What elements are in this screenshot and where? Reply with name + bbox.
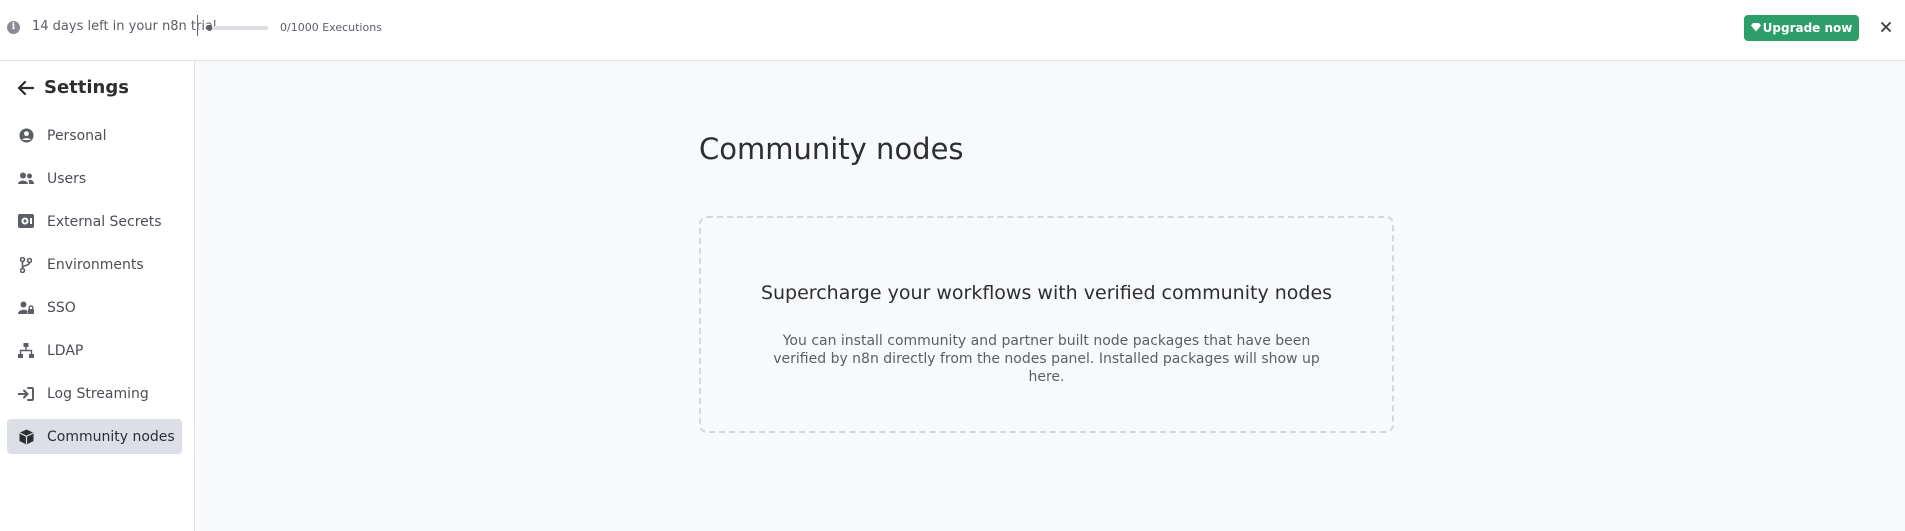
sidebar-item-environments[interactable]: Environments — [7, 247, 182, 282]
executions-progress-bar — [207, 25, 268, 31]
sidebar-item-community-nodes[interactable]: Community nodes — [7, 419, 182, 454]
upgrade-now-label: Upgrade now — [1762, 21, 1853, 35]
sidebar-item-personal[interactable]: Personal — [7, 118, 182, 153]
sidebar-item-ldap[interactable]: LDAP — [7, 333, 182, 368]
sidebar-item-label: Community nodes — [47, 428, 175, 445]
sidebar-item-label: Users — [47, 170, 87, 187]
sidebar-item-external-secrets[interactable]: External Secrets — [7, 204, 182, 239]
sidebar-item-label: LDAP — [47, 342, 84, 359]
main-content: Community nodes Supercharge your workflo… — [195, 61, 1905, 531]
empty-state-description: You can install community and partner bu… — [773, 333, 1320, 385]
branch-icon — [18, 256, 34, 273]
arrow-left-icon — [17, 80, 35, 96]
cube-icon — [18, 429, 34, 445]
user-circle-icon — [18, 128, 34, 144]
sidebar-item-label: SSO — [47, 299, 76, 316]
close-icon[interactable] — [1881, 17, 1891, 37]
empty-state-card: Supercharge your workflows with verified… — [699, 216, 1394, 433]
sidebar-item-label: Personal — [47, 127, 107, 144]
sidebar-item-label: Log Streaming — [47, 385, 149, 402]
trial-banner: i 14 days left in your n8n trial 0/1000 … — [0, 0, 1905, 61]
empty-state-heading: Supercharge your workflows with verified… — [760, 282, 1333, 304]
info-icon: i — [7, 21, 20, 34]
gem-icon — [1750, 22, 1761, 35]
trial-days-text: 14 days left in your n8n trial — [32, 19, 217, 34]
executions-progress-fill — [207, 25, 212, 31]
sidebar-item-users[interactable]: Users — [7, 161, 182, 196]
sidebar-item-log-streaming[interactable]: Log Streaming — [7, 376, 182, 411]
banner-divider — [197, 15, 198, 36]
sidebar-item-label: Environments — [47, 256, 144, 273]
sidebar-item-label: External Secrets — [47, 213, 162, 230]
user-lock-icon — [18, 300, 34, 316]
sidebar-item-sso[interactable]: SSO — [7, 290, 182, 325]
sign-in-icon — [18, 386, 34, 402]
back-to-settings[interactable]: Settings — [17, 77, 129, 98]
sidebar-title: Settings — [44, 77, 129, 98]
users-icon — [18, 171, 34, 187]
settings-sidebar: Settings Personal Users External Secrets… — [0, 61, 195, 531]
executions-count: 0/1000 Executions — [280, 21, 382, 34]
vault-icon — [18, 214, 34, 230]
page-title: Community nodes — [699, 132, 964, 166]
upgrade-now-button[interactable]: Upgrade now — [1744, 15, 1859, 41]
network-icon — [18, 343, 34, 359]
